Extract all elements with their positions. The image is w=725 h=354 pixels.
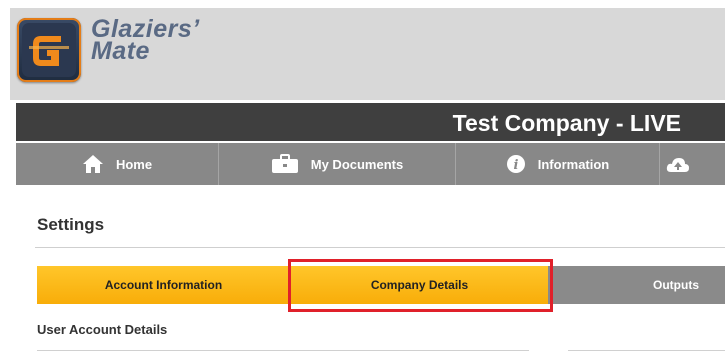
home-icon <box>82 154 104 174</box>
company-title-bar: Test Company - LIVE <box>16 103 725 141</box>
cloud-upload-icon <box>666 155 690 173</box>
section-divider-left <box>37 350 529 351</box>
tab-outputs-label: Outputs <box>653 278 699 292</box>
logo-mark-icon <box>17 18 81 82</box>
brand-line-2: Mate <box>91 37 150 65</box>
user-account-details-heading: User Account Details <box>37 322 168 337</box>
nav-my-documents[interactable]: My Documents <box>219 143 456 185</box>
tab-account-information[interactable]: Account Information <box>37 266 290 304</box>
company-title: Test Company - LIVE <box>452 110 681 136</box>
nav-upload[interactable] <box>660 143 725 185</box>
tab-outputs[interactable]: Outputs <box>548 266 725 304</box>
tab-account-information-label: Account Information <box>104 278 223 292</box>
nav-home-label: Home <box>115 156 153 172</box>
nav-information-label: Information <box>537 156 610 172</box>
nav-my-documents-label: My Documents <box>310 156 404 172</box>
brand-name: Glaziers’ Mate <box>91 17 200 65</box>
info-icon: i <box>506 154 526 174</box>
section-divider-right <box>568 350 725 351</box>
nav-information[interactable]: i Information <box>456 143 660 185</box>
selection-highlight <box>288 259 553 312</box>
nav-home[interactable]: Home <box>16 143 219 185</box>
settings-heading: Settings <box>37 215 105 234</box>
svg-text:i: i <box>513 158 518 173</box>
briefcase-icon <box>271 154 299 174</box>
app-logo[interactable]: Glaziers’ Mate <box>17 17 200 82</box>
top-strip <box>0 0 725 8</box>
settings-divider <box>35 247 725 248</box>
main-nav: Home My Documents i Information <box>16 143 725 185</box>
